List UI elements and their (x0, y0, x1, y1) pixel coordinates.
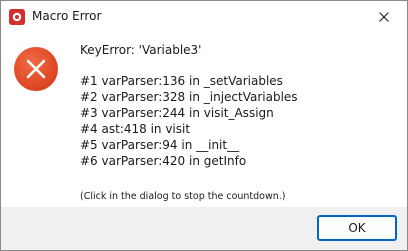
error-x-icon (13, 46, 59, 92)
traceback-list: #1 varParser:136 in _setVariables #2 var… (80, 73, 400, 169)
traceback-line: #2 varParser:328 in _injectVariables (80, 90, 298, 104)
traceback-line: #4 ast:418 in visit (80, 122, 191, 136)
title-bar[interactable]: Macro Error (1, 1, 407, 32)
ok-button[interactable]: OK (317, 215, 397, 241)
traceback-line: #1 varParser:136 in _setVariables (80, 74, 283, 88)
macro-error-dialog[interactable]: Macro Error KeyError: 'Variable3' #1 var… (0, 0, 408, 251)
error-headline: KeyError: 'Variable3' (80, 43, 202, 57)
error-message: KeyError: 'Variable3' #1 varParser:136 i… (80, 42, 400, 169)
countdown-hint: (Click in the dialog to stop the countdo… (80, 191, 286, 202)
close-icon (379, 7, 389, 26)
traceback-line: #6 varParser:420 in getInfo (80, 154, 247, 168)
traceback-line: #5 varParser:94 in __init__ (80, 138, 240, 152)
window-title: Macro Error (32, 9, 102, 23)
dialog-body: KeyError: 'Variable3' #1 varParser:136 i… (1, 32, 407, 207)
app-logo-icon (9, 9, 25, 25)
traceback-line: #3 varParser:244 in visit_Assign (80, 106, 274, 120)
close-button[interactable] (361, 1, 407, 32)
